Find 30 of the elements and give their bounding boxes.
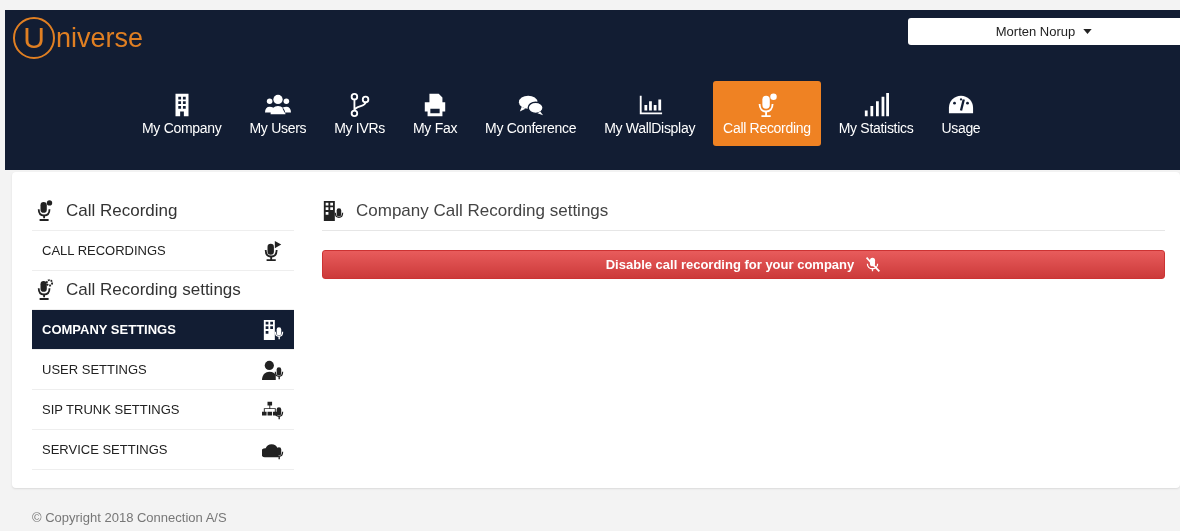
nav-tab[interactable]: My Users (239, 81, 317, 146)
page-title: Company Call Recording settings (356, 201, 609, 221)
signal-icon (863, 91, 890, 118)
nav-tab[interactable]: My IVRs (324, 81, 395, 146)
microphone-play-icon (262, 239, 284, 262)
user-microphone-icon (262, 358, 284, 381)
sidebar-item[interactable]: CALL RECORDINGS (32, 231, 294, 271)
microphone-off-icon (864, 256, 882, 273)
microphone-icon (36, 200, 54, 222)
section-title: Call Recording (66, 201, 178, 221)
building-microphone-icon (262, 318, 284, 341)
disable-recording-button[interactable]: Disable call recording for your company (322, 250, 1165, 279)
user-menu[interactable]: Morten Norup (908, 18, 1180, 45)
nav-tab[interactable]: My Company (132, 81, 232, 146)
nav-tab[interactable]: Usage (931, 81, 991, 146)
sidebar-item[interactable]: USER SETTINGS (32, 350, 294, 390)
nav-tab[interactable]: My Fax (403, 81, 468, 146)
caret-icon (1083, 29, 1093, 34)
microphone-gear-icon (36, 279, 54, 301)
sidebar-item[interactable]: SIP TRUNK SETTINGS (32, 390, 294, 430)
logo-letter: U (13, 17, 55, 59)
building-microphone-icon (322, 200, 344, 222)
nav-tab[interactable]: My Statistics (828, 81, 924, 146)
copyright-text: © Copyright 2018 Connection A/S (32, 510, 228, 525)
sidebar-item[interactable]: COMPANY SETTINGS (32, 310, 294, 350)
logo-text: niverse (56, 22, 144, 54)
section-title: Call Recording settings (66, 280, 241, 300)
nav-tab[interactable]: My Conference (475, 81, 587, 146)
nav-tab[interactable]: My WallDisplay (594, 81, 706, 146)
sidebar-item[interactable]: SERVICE SETTINGS (32, 430, 294, 470)
